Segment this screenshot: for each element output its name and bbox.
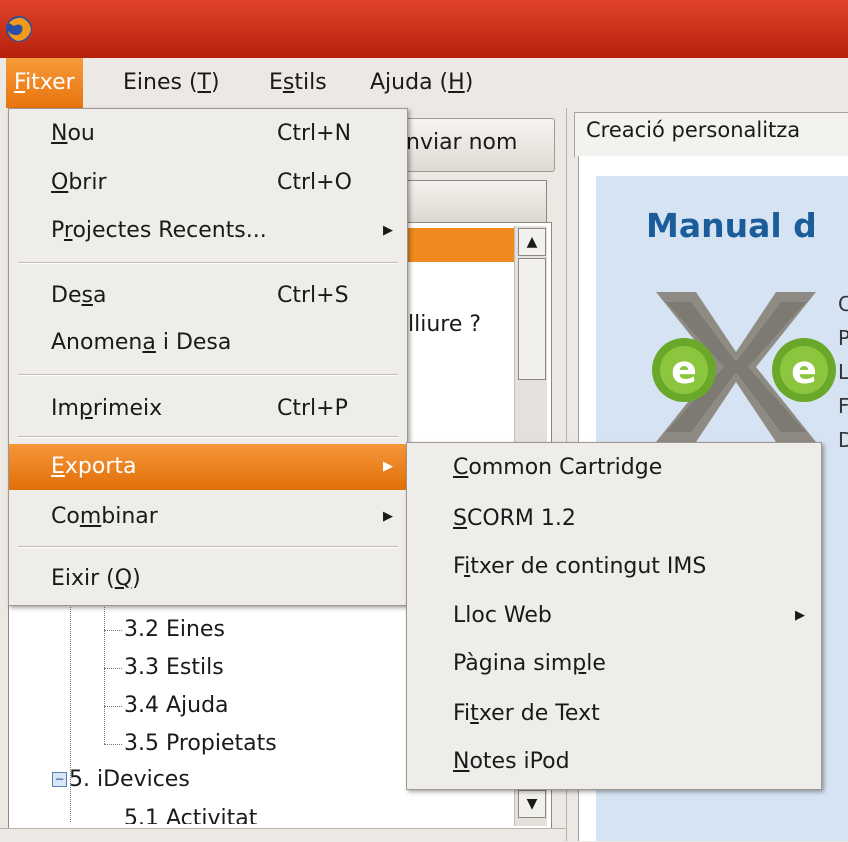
tree-item[interactable]: 5. iDevices (69, 767, 190, 792)
menu-ajuda[interactable]: Ajuda (H) (362, 58, 481, 108)
tree-item-partial[interactable]: lliure ? (408, 312, 481, 337)
submenu-item-lloc-web[interactable]: Lloc Web ▶ (407, 592, 821, 640)
menu-fitxer[interactable]: Fitxer (6, 58, 83, 108)
menu-item-exporta[interactable]: Exporta ▶ (9, 444, 407, 490)
menu-separator (18, 374, 398, 376)
scroll-up-arrow-icon[interactable]: ▲ (518, 228, 546, 256)
submenu-arrow-icon: ▶ (383, 223, 393, 238)
submenu-item-pagina-simple[interactable]: Pàgina simple (407, 640, 821, 688)
menu-item-desa[interactable]: Desa Ctrl+S (9, 273, 407, 319)
menu-eines[interactable]: Eines (T) (115, 58, 228, 108)
submenu-item-fitxer-text[interactable]: Fitxer de Text (407, 690, 821, 738)
svg-text:e: e (671, 348, 697, 392)
tree-item[interactable]: 3.3 Estils (124, 655, 224, 680)
submenu-item-notes-ipod[interactable]: Notes iPod (407, 738, 821, 786)
svg-text:e: e (791, 348, 817, 392)
collapse-minus-icon[interactable]: − (52, 772, 67, 787)
tree-connector (104, 706, 122, 707)
window-titlebar[interactable] (0, 0, 848, 58)
tree-item[interactable]: 5.1 Activitat (124, 806, 257, 824)
tree-connector (104, 630, 122, 631)
submenu-arrow-icon: ▶ (795, 608, 805, 623)
tab-label: Creació personalitza (586, 118, 801, 142)
menu-item-combinar[interactable]: Combinar ▶ (9, 494, 407, 540)
side-text: C (838, 292, 848, 316)
side-text: P (838, 326, 848, 350)
submenu-arrow-icon: ▶ (383, 509, 393, 524)
tree-column-header[interactable] (395, 180, 547, 224)
menu-item-obrir[interactable]: Obrir Ctrl+O (9, 160, 407, 206)
menu-item-nou[interactable]: Nou Ctrl+N (9, 111, 407, 157)
menu-separator (18, 436, 398, 438)
submenu-item-common-cartridge[interactable]: Common Cartridge (407, 444, 821, 492)
side-text: F (838, 394, 848, 418)
left-bottom-bar (0, 828, 566, 842)
menu-item-imprimeix[interactable]: Imprimeix Ctrl+P (9, 386, 407, 432)
menu-item-anomena-i-desa[interactable]: Anomena i Desa (9, 320, 407, 366)
tree-item[interactable]: 3.2 Eines (124, 617, 225, 642)
scroll-down-arrow-icon[interactable]: ▼ (518, 790, 546, 818)
tree-item[interactable]: 3.5 Propietats (124, 731, 277, 756)
tree-connector (104, 744, 122, 745)
menu-separator (18, 546, 398, 548)
exe-logo: e e (652, 292, 836, 442)
tree-connector (104, 604, 105, 744)
submenu-item-ims[interactable]: Fitxer de contingut IMS (407, 543, 821, 591)
menu-item-projectes-recents[interactable]: Projectes Recents... ▶ (9, 208, 407, 254)
side-text: L (838, 360, 848, 384)
page-title: Manual d (646, 206, 817, 245)
scrollbar-thumb[interactable] (518, 258, 546, 380)
submenu-arrow-icon: ▶ (383, 459, 393, 474)
firefox-globe-icon (6, 16, 32, 42)
tree-selected-row[interactable] (402, 228, 514, 262)
submenu-item-scorm[interactable]: SCORM 1.2 (407, 495, 821, 543)
side-text: D (838, 428, 848, 452)
menu-item-eixir[interactable]: Eixir (Q) (9, 556, 407, 602)
menu-separator (18, 262, 398, 264)
menu-estils[interactable]: Estils (261, 58, 335, 108)
tree-item[interactable]: 3.4 Ajuda (124, 693, 229, 718)
tree-connector (104, 668, 122, 669)
rename-button-label: nviar nom (406, 130, 518, 155)
menu-bar: Fitxer Eines (T) Estils Ajuda (H) (0, 58, 848, 109)
